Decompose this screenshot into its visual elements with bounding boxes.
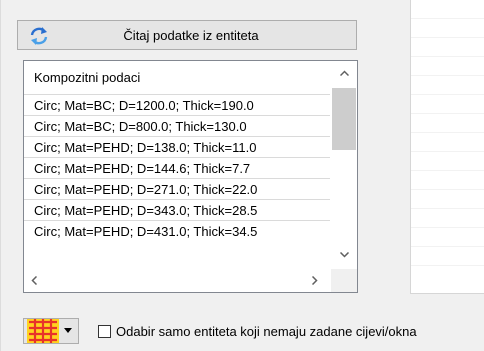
checkbox-label: Odabir samo entiteta koji nemaju zadane … [116, 323, 417, 339]
chevron-up-icon[interactable] [340, 70, 349, 76]
list-item[interactable]: Circ; Mat=PEHD; D=343.0; Thick=28.5 [24, 199, 330, 220]
list-item[interactable]: Circ; Mat=PEHD; D=431.0; Thick=34.5 [24, 220, 330, 241]
vertical-scrollbar[interactable] [331, 61, 357, 269]
read-entity-data-button[interactable]: Čitaj podatke iz entiteta [17, 20, 357, 50]
vertical-scroll-thumb[interactable] [332, 88, 356, 150]
read-button-label: Čitaj podatke iz entiteta [123, 27, 259, 43]
list-item[interactable]: Circ; Mat=PEHD; D=144.6; Thick=7.7 [24, 157, 330, 178]
list-item[interactable]: Circ; Mat=BC; D=1200.0; Thick=190.0 [24, 94, 330, 115]
list-header: Kompozitni podaci [34, 70, 141, 85]
list-item[interactable]: Circ; Mat=PEHD; D=271.0; Thick=22.0 [24, 178, 330, 199]
window-left-edge [0, 0, 1, 351]
horizontal-scrollbar[interactable] [24, 269, 357, 292]
refresh-arrows-icon [30, 27, 48, 45]
filter-icon-dropdown[interactable] [23, 318, 79, 344]
chevron-right-icon[interactable] [312, 276, 318, 285]
chevron-left-icon[interactable] [31, 276, 37, 285]
chevron-down-icon[interactable] [340, 252, 349, 258]
list-item[interactable]: Circ; Mat=BC; D=800.0; Thick=130.0 [24, 115, 330, 136]
dropdown-arrow-icon[interactable] [64, 328, 72, 333]
checkbox-box[interactable] [98, 324, 111, 338]
only-entities-without-pipes-checkbox[interactable]: Odabir samo entiteta koji nemaju zadane … [98, 321, 417, 341]
composite-data-listbox[interactable]: Kompozitni podaci Circ; Mat=BC; D=1200.0… [23, 60, 358, 293]
right-panel [410, 0, 484, 294]
grid-pattern-icon [27, 319, 59, 343]
list-item[interactable]: Circ; Mat=PEHD; D=138.0; Thick=11.0 [24, 136, 330, 157]
scrollbar-corner [331, 269, 357, 292]
